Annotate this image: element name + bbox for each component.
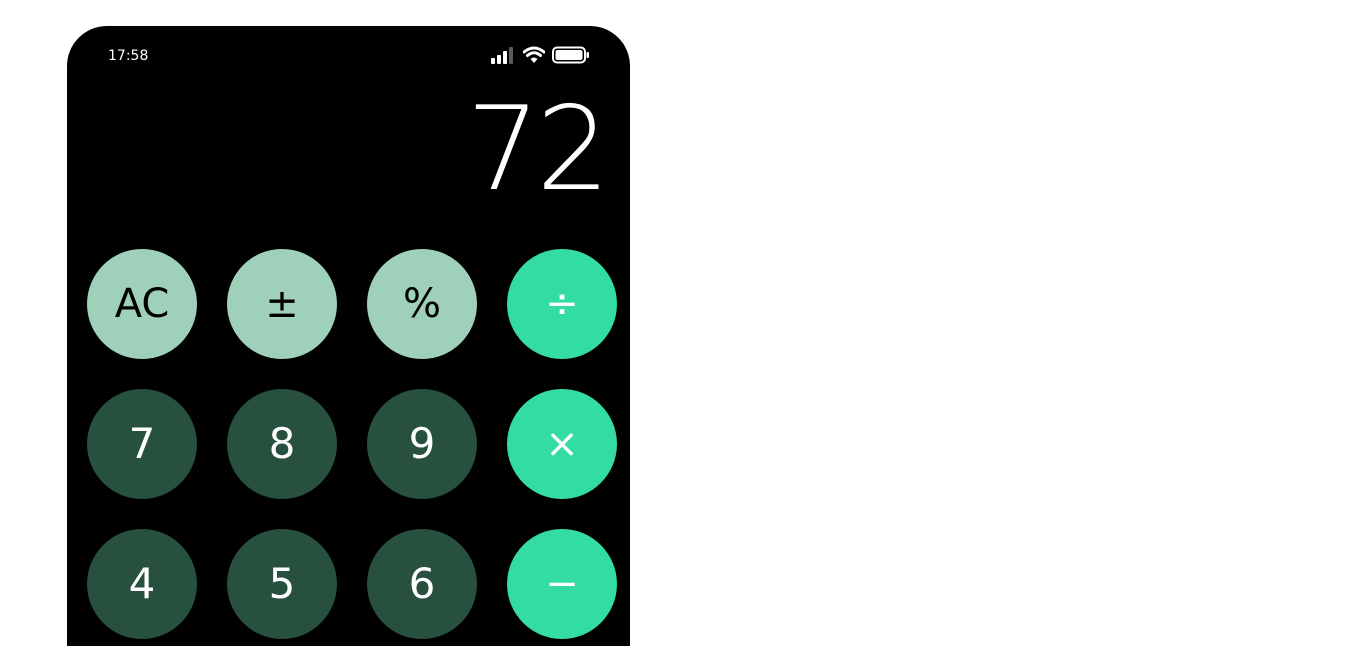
wifi-icon bbox=[522, 46, 546, 68]
digit-9-label: 9 bbox=[408, 419, 436, 468]
digit-5-label: 5 bbox=[268, 559, 296, 608]
signal-icon bbox=[490, 46, 516, 68]
digit-6-label: 6 bbox=[408, 559, 436, 608]
plus-minus-button[interactable]: ± bbox=[227, 249, 337, 359]
clear-label: AC bbox=[114, 281, 170, 327]
plus-minus-label: ± bbox=[265, 281, 299, 327]
digit-8-label: 8 bbox=[268, 419, 296, 468]
digit-6-button[interactable]: 6 bbox=[367, 529, 477, 639]
calculator-app: 17:58 72 AC ± % ÷ 7 8 9 × 4 5 6 − bbox=[67, 26, 630, 646]
divide-button[interactable]: ÷ bbox=[507, 249, 617, 359]
subtract-label: − bbox=[545, 561, 579, 607]
multiply-label: × bbox=[545, 421, 579, 467]
subtract-button[interactable]: − bbox=[507, 529, 617, 639]
digit-7-label: 7 bbox=[128, 419, 156, 468]
clear-button[interactable]: AC bbox=[87, 249, 197, 359]
digit-5-button[interactable]: 5 bbox=[227, 529, 337, 639]
digit-4-label: 4 bbox=[128, 559, 156, 608]
percent-button[interactable]: % bbox=[367, 249, 477, 359]
result-display: 72 bbox=[466, 82, 610, 217]
percent-label: % bbox=[402, 281, 441, 327]
digit-4-button[interactable]: 4 bbox=[87, 529, 197, 639]
status-bar: 17:58 bbox=[67, 26, 630, 88]
status-icons bbox=[490, 46, 590, 68]
digit-7-button[interactable]: 7 bbox=[87, 389, 197, 499]
status-time: 17:58 bbox=[108, 48, 149, 64]
digit-9-button[interactable]: 9 bbox=[367, 389, 477, 499]
digit-8-button[interactable]: 8 bbox=[227, 389, 337, 499]
multiply-button[interactable]: × bbox=[507, 389, 617, 499]
battery-icon bbox=[552, 46, 590, 68]
divide-label: ÷ bbox=[545, 281, 579, 327]
